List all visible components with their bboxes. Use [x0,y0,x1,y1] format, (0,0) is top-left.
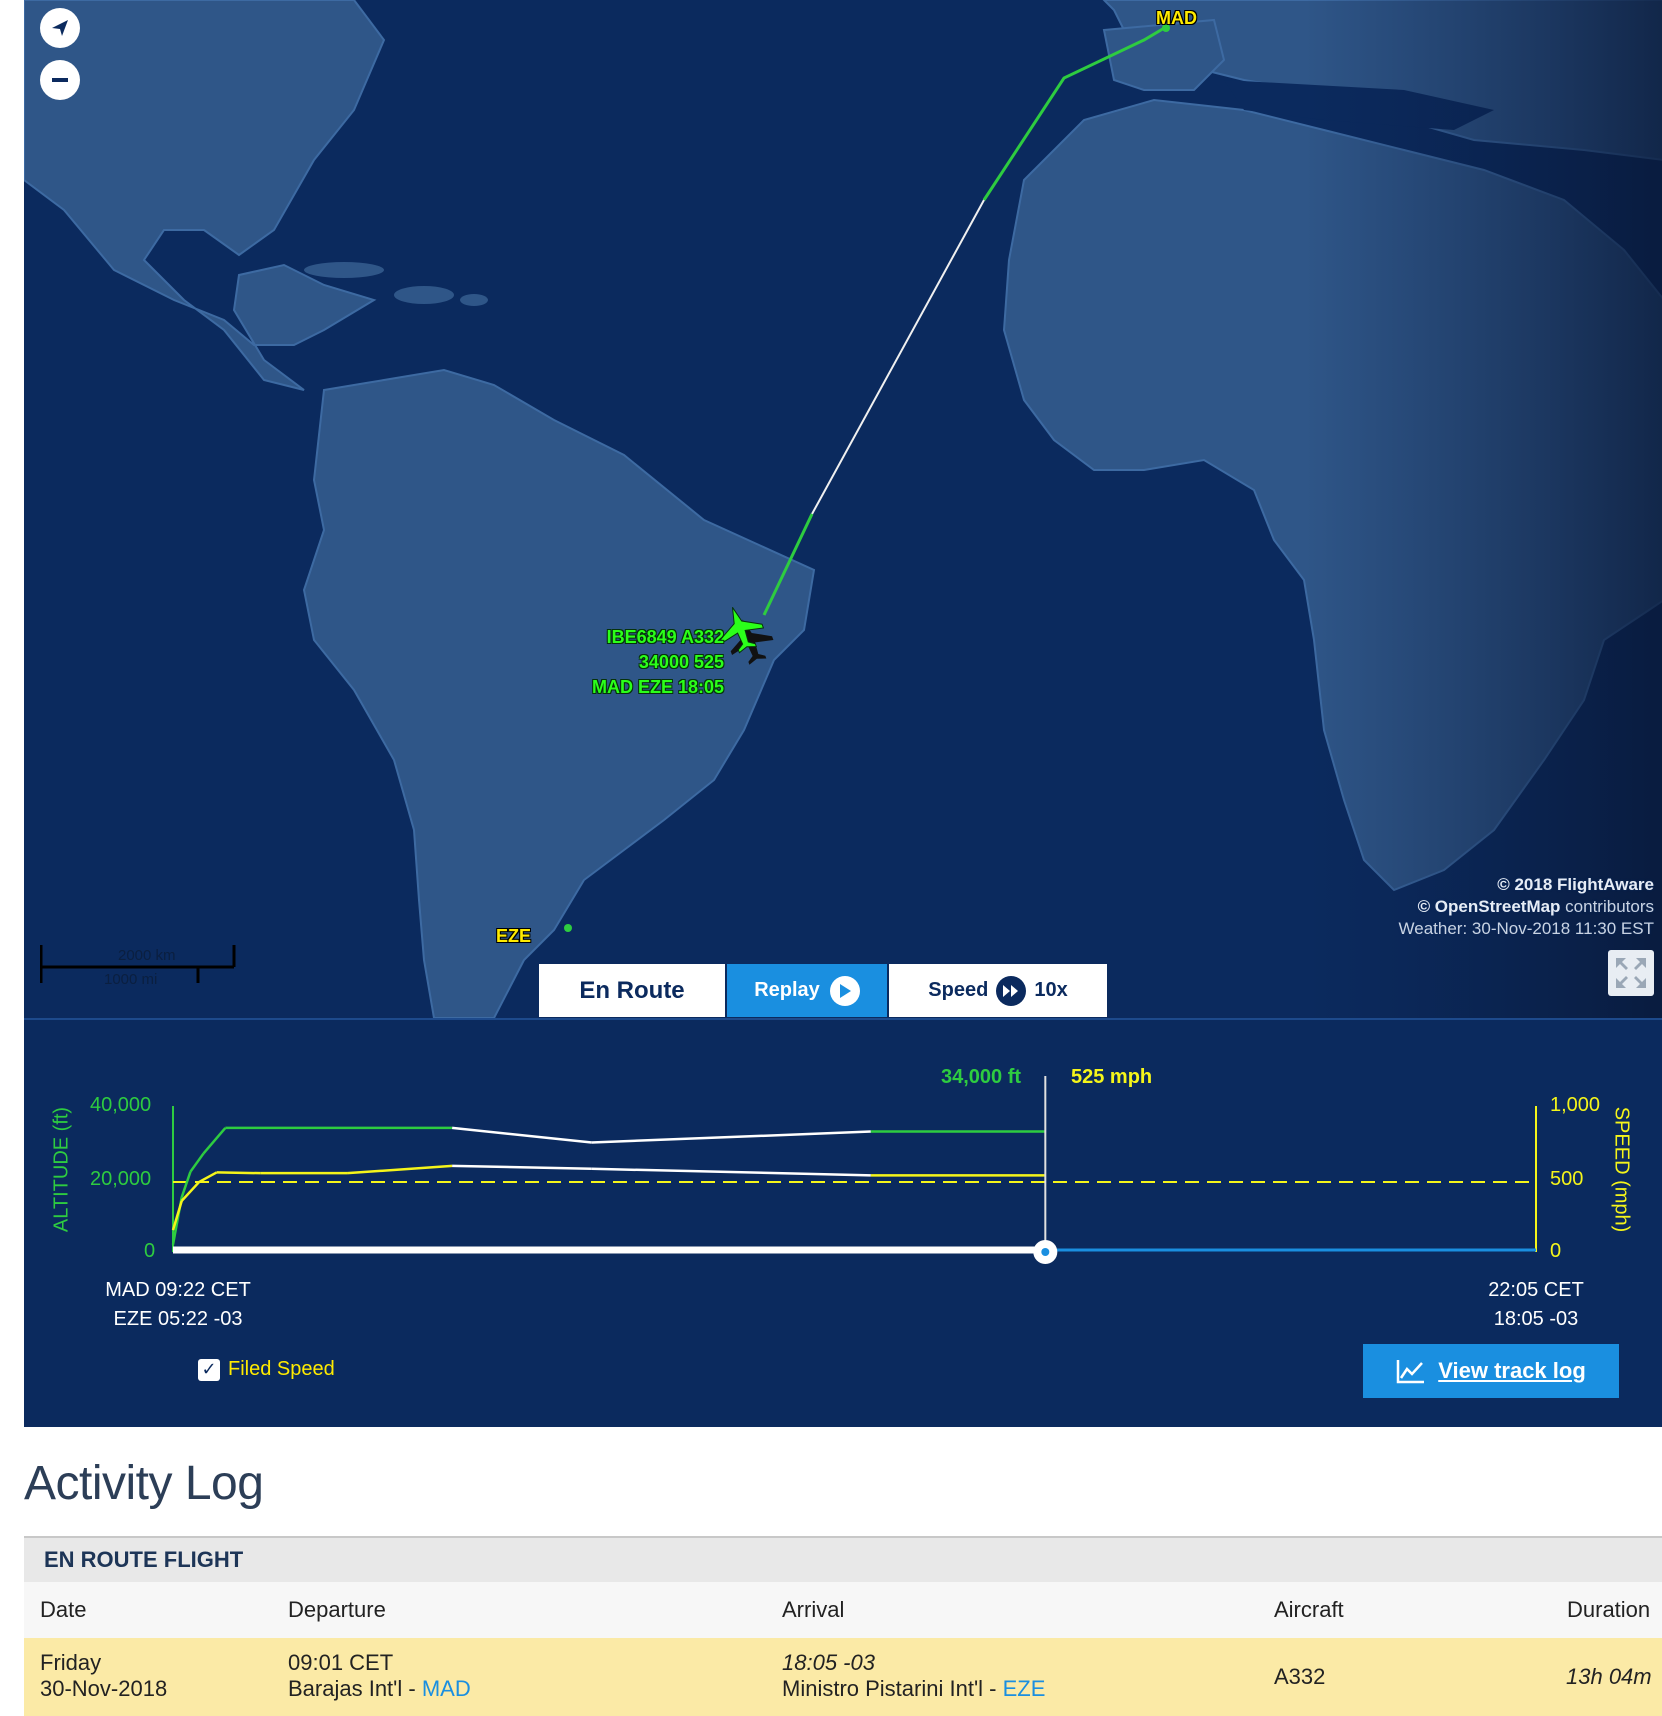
column-departure: Departure [288,1597,386,1622]
cell-arrival: 18:05 -03 Ministro Pistarini Int'l - EZE [782,1650,1045,1702]
current-altitude: 34,000 ft [941,1066,1022,1088]
current-speed: 525 mph [1071,1066,1153,1088]
speed-series-segment [452,1164,592,1171]
speed-series-segment [198,1171,218,1184]
fullscreen-icon [1616,958,1646,988]
departure-time: 09:01 CET [288,1650,394,1675]
speed-series-segment [591,1167,871,1177]
map-attribution: © 2018 FlightAware © OpenStreetMap contr… [1399,874,1654,940]
altitude-tick-0: 0 [144,1240,156,1262]
flight-tag-alt-speed: 34000 525 [638,652,724,672]
altitude-tick-40000: 40,000 [90,1094,152,1116]
speed-label: Speed [928,979,989,1001]
column-arrival: Arrival [782,1597,845,1622]
scale-km-label: 2000 km [118,947,176,964]
filed-speed-toggle[interactable]: ✓ Filed Speed [198,1358,335,1381]
map-canvas [24,0,1662,1018]
date-value: 30-Nov-2018 [40,1676,168,1701]
fast-forward-icon [996,975,1027,1006]
flight-map[interactable]: MAD EZE IBE6849 A332 34000 525 MAD EZE 1… [24,0,1662,1018]
section-header: EN ROUTE FLIGHT [24,1536,1662,1582]
cell-date: Friday 30-Nov-2018 [40,1650,167,1702]
filed-speed-label: Filed Speed [228,1358,335,1380]
zoom-out-button[interactable] [40,60,80,100]
speed-button[interactable]: Speed 10x [888,963,1108,1018]
start-time-origin: MAD 09:22 CET [105,1279,251,1301]
map-scale: 2000 km 1000 mi [39,945,236,995]
speed-series-segment [216,1171,261,1175]
playback-controls: En Route Replay Speed 10x [538,963,1108,1018]
speed-tick-0: 0 [1550,1240,1562,1262]
compass-icon [52,20,68,36]
speed-series-segment [347,1164,453,1175]
fullscreen-button[interactable] [1608,950,1654,996]
end-time-origin: 22:05 CET [1488,1279,1584,1301]
flight-tag-ident: IBE6849 A332 [606,627,724,647]
cell-duration: 13h 04m [1566,1664,1652,1689]
compass-button[interactable] [40,8,80,48]
end-time-destination: 18:05 -03 [1493,1308,1579,1330]
departure-code-link[interactable]: MAD [422,1676,471,1701]
speed-tick-1000: 1,000 [1550,1094,1601,1116]
activity-log-table: EN ROUTE FLIGHT Date Departure Arrival A… [24,1536,1662,1716]
speed-axis-label: SPEED (mph) [1610,1106,1633,1233]
flight-tag-route-eta: MAD EZE 18:05 [591,677,724,697]
speed-tick-500: 500 [1550,1168,1584,1190]
altitude-series-segment [189,1152,205,1173]
table-header-row: Date Departure Arrival Aircraft Duration [24,1582,1662,1638]
flight-tag[interactable]: IBE6849 A332 34000 525 MAD EZE 18:05 [544,625,724,700]
scale-mi-label: 1000 mi [104,971,158,988]
arrival-airport: Ministro Pistarini Int'l - [782,1676,1003,1701]
altitude-series-segment [591,1130,871,1144]
column-aircraft: Aircraft [1274,1597,1344,1622]
airport-label-destination[interactable]: EZE [496,926,531,947]
arrival-code-link[interactable]: EZE [1003,1676,1046,1701]
replay-button[interactable]: Replay [726,963,888,1018]
altitude-series-segment [452,1126,592,1144]
start-time: MAD 09:22 CET EZE 05:22 -03 [98,1276,258,1334]
attribution-osm-link[interactable]: © OpenStreetMap [1418,897,1561,916]
speed-value: 10x [1034,979,1068,1001]
start-time-destination: EZE 05:22 -03 [113,1308,243,1330]
table-row[interactable]: Friday 30-Nov-2018 09:01 CET Barajas Int… [24,1638,1662,1716]
attribution-weather: Weather: 30-Nov-2018 11:30 EST [1398,919,1654,938]
chart-icon [1396,1360,1425,1384]
attribution-contributors: contributors [1560,897,1654,916]
replay-label: Replay [754,979,820,1001]
cell-aircraft[interactable]: A332 [1274,1664,1325,1690]
column-date: Date [40,1597,87,1622]
attribution-flightaware: © 2018 FlightAware [1497,875,1654,894]
altitude-series-segment [202,1127,227,1155]
airport-label-origin[interactable]: MAD [1156,8,1197,29]
altitude-tick-20000: 20,000 [90,1168,152,1190]
zoom-out-icon [52,78,68,82]
view-track-log-button[interactable]: View track log [1363,1344,1619,1398]
cell-departure: 09:01 CET Barajas Int'l - MAD [288,1650,471,1702]
arrival-time: 18:05 -03 [782,1650,875,1675]
date-day: Friday [40,1650,102,1675]
filed-speed-checkbox[interactable]: ✓ [198,1358,220,1381]
altitude-axis-label: ALTITUDE (ft) [50,1106,73,1233]
flight-status-tab[interactable]: En Route [538,963,726,1018]
play-icon [829,975,860,1006]
view-track-log-label: View track log [1438,1358,1586,1383]
end-time: 22:05 CET 18:05 -03 [1486,1276,1586,1334]
departure-airport: Barajas Int'l - [288,1676,422,1701]
activity-log-title: Activity Log [24,1457,264,1510]
column-duration: Duration [1567,1597,1651,1622]
